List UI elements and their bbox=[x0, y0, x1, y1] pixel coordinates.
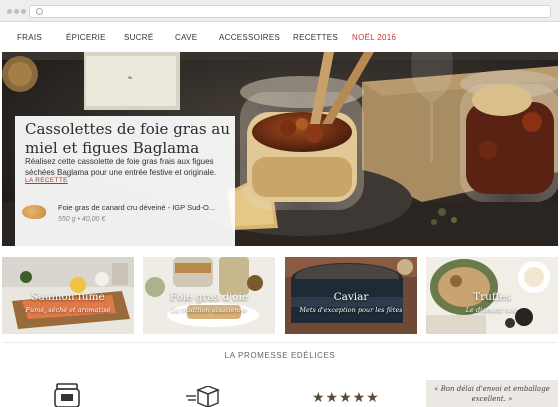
boxes-icon bbox=[186, 386, 220, 407]
nav-item-recettes[interactable]: RECETTES bbox=[293, 33, 338, 42]
tile-caviar-subtitle: Mets d'exception pour les fêtes bbox=[299, 306, 403, 314]
section-divider bbox=[2, 342, 558, 343]
tile-truffes-subtitle: Le diamant noir bbox=[465, 306, 519, 314]
tile-foie-gras-oie[interactable]: Foie gras d'oie La tradition alsacienne bbox=[143, 257, 275, 334]
tile-caviar[interactable]: Caviar Mets d'exception pour les fêtes bbox=[285, 257, 417, 334]
nav-item-epicerie[interactable]: ÉPICERIE bbox=[66, 33, 106, 42]
window-dot-icon[interactable] bbox=[21, 9, 26, 14]
svg-text:❧: ❧ bbox=[127, 74, 133, 82]
hero-title[interactable]: Cassolettes de foie gras au miel et figu… bbox=[25, 120, 233, 158]
nav-item-sucre[interactable]: SUCRÉ bbox=[124, 33, 154, 42]
tile-foie-gras-oie-title: Foie gras d'oie bbox=[169, 291, 249, 303]
nav-item-accessoires[interactable]: ACCESSOIRES bbox=[219, 33, 280, 42]
rating-stars: ★★★★★ bbox=[312, 389, 380, 405]
browser-window: FRAIS ÉPICERIE SUCRÉ CAVE ACCESSOIRES RE… bbox=[0, 0, 560, 407]
page-info-icon bbox=[36, 8, 43, 15]
hero-product-price: 550 g • 40,00 € bbox=[58, 216, 106, 223]
tile-foie-gras-oie-subtitle: La tradition alsacienne bbox=[171, 306, 247, 314]
tile-truffes[interactable]: Truffes Le diamant noir bbox=[426, 257, 558, 334]
hero-product-name[interactable]: Foie gras de canard cru déveiné - IGP Su… bbox=[58, 203, 230, 212]
nav-item-frais[interactable]: FRAIS bbox=[17, 33, 42, 42]
tile-saumon[interactable]: Saumon fumé Fumé, séché et aromatisé bbox=[2, 257, 134, 334]
hero-description: Réalisez cette cassolette de foie gras f… bbox=[25, 157, 217, 177]
nav-item-noel[interactable]: NOËL 2016 bbox=[352, 33, 396, 42]
hero-recipe-link[interactable]: LA RECETTE bbox=[25, 177, 68, 184]
window-dot-icon[interactable] bbox=[7, 9, 12, 14]
tile-saumon-subtitle: Fumé, séché et aromatisé bbox=[25, 306, 111, 314]
tile-caviar-title: Caviar bbox=[333, 291, 369, 303]
nav-item-cave[interactable]: CAVE bbox=[175, 33, 197, 42]
window-dot-icon[interactable] bbox=[14, 9, 19, 14]
promise-heading: LA PROMESSE EDÉLICES bbox=[224, 351, 336, 360]
address-bar[interactable] bbox=[29, 5, 551, 18]
foie-gras-thumbnail-icon[interactable] bbox=[22, 205, 46, 219]
tile-saumon-title: Saumon fumé bbox=[31, 291, 105, 303]
browser-chrome bbox=[0, 0, 560, 22]
promise-section: ★★★★★ « Bon délai d'envoi et emballage e… bbox=[0, 372, 560, 407]
main-nav: FRAIS ÉPICERIE SUCRÉ CAVE ACCESSOIRES RE… bbox=[0, 22, 560, 52]
customer-quote: « Bon délai d'envoi et emballage excelle… bbox=[426, 380, 558, 407]
jar-icon bbox=[54, 383, 80, 407]
tile-truffes-title: Truffes bbox=[473, 291, 511, 303]
